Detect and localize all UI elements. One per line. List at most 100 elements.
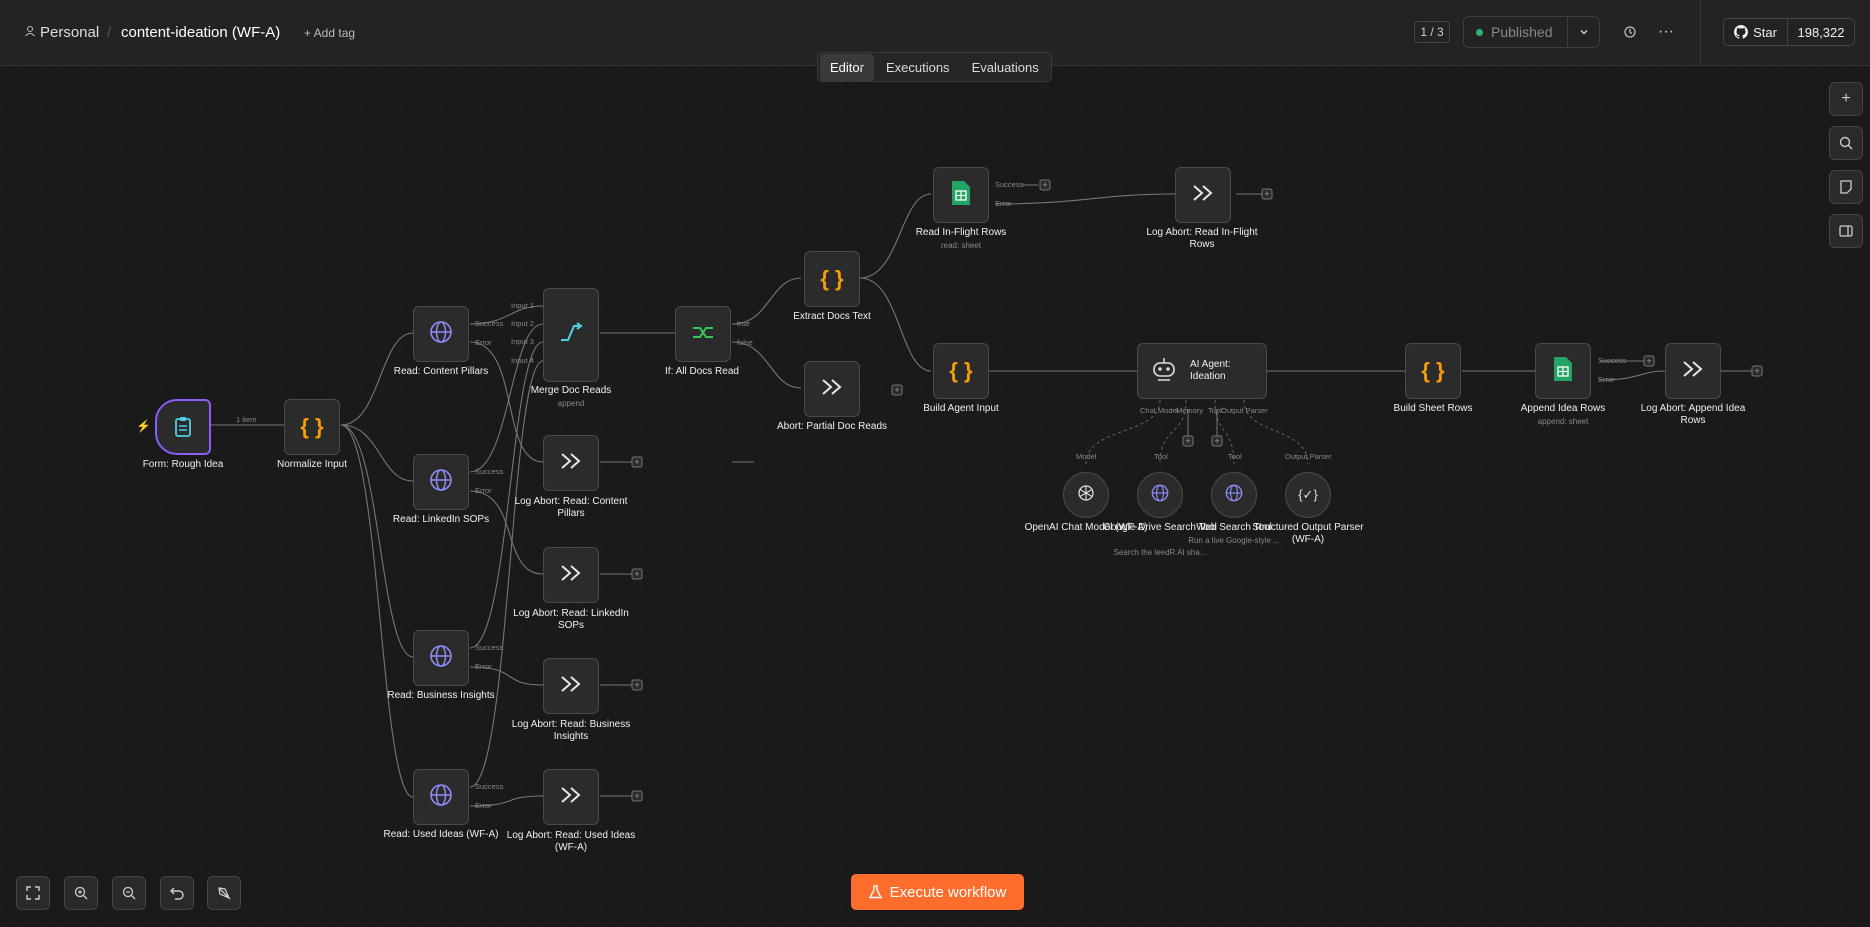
globe-icon xyxy=(1150,483,1170,508)
port-label: Error xyxy=(475,486,492,495)
node-build-sheet-rows[interactable]: { } xyxy=(1405,343,1461,399)
tidy-up-button[interactable] xyxy=(207,876,241,910)
node-label: Log Abort: Read: Business Insights xyxy=(511,719,631,742)
stop-arrow-icon xyxy=(558,560,584,591)
star-label: Star xyxy=(1753,24,1777,40)
breadcrumb-workspace[interactable]: Personal xyxy=(40,24,99,41)
undo-button[interactable] xyxy=(160,876,194,910)
port-label: Input 2 xyxy=(511,319,534,328)
search-nodes-button[interactable] xyxy=(1829,126,1863,160)
node-openai-chat-model[interactable] xyxy=(1063,472,1109,518)
robot-icon xyxy=(1150,356,1178,387)
globe-icon xyxy=(428,467,454,498)
port-label: Error xyxy=(475,801,492,810)
workflow-title[interactable]: content-ideation (WF-A) xyxy=(121,24,280,41)
history-button[interactable] xyxy=(1618,20,1642,44)
port-label: Success xyxy=(995,180,1024,189)
node-google-drive-search-tool[interactable] xyxy=(1137,472,1183,518)
broom-icon xyxy=(218,887,231,900)
if-branch-icon xyxy=(690,319,716,350)
node-subtitle: append xyxy=(557,399,585,408)
port-label: Input 4 xyxy=(511,356,534,365)
node-extract-docs-text[interactable]: { } xyxy=(804,251,860,307)
stop-arrow-icon xyxy=(558,782,584,813)
node-normalize-input[interactable]: { } xyxy=(284,399,340,455)
globe-icon xyxy=(428,319,454,350)
divider xyxy=(1700,0,1701,66)
lightning-icon: ⚡ xyxy=(136,419,151,433)
node-merge-doc-reads[interactable] xyxy=(543,288,599,382)
node-build-agent-input[interactable]: { } xyxy=(933,343,989,399)
execute-workflow-button[interactable]: Execute workflow xyxy=(851,874,1024,910)
node-read-used-ideas[interactable] xyxy=(413,769,469,825)
panel-icon xyxy=(1839,225,1853,237)
code-braces-icon: { } xyxy=(300,414,324,439)
node-label: Log Abort: Read: Content Pillars xyxy=(514,496,628,519)
node-label: Structured Output Parser (WF-A) xyxy=(1252,522,1364,545)
port-label: Tool xyxy=(1154,452,1168,461)
svg-text:+: + xyxy=(634,569,639,579)
node-log-abort-pillars[interactable] xyxy=(543,435,599,491)
chevron-down-icon xyxy=(1579,29,1588,35)
svg-text:+: + xyxy=(1214,436,1219,446)
node-structured-output-parser[interactable]: {✓} xyxy=(1285,472,1331,518)
node-label: Normalize Input xyxy=(276,459,348,470)
svg-text:+: + xyxy=(894,385,899,395)
node-form-rough-idea[interactable] xyxy=(155,399,211,455)
node-label: AI Agent: Ideation xyxy=(1190,359,1231,382)
code-braces-icon: { } xyxy=(949,358,973,383)
github-star-button[interactable]: Star xyxy=(1723,18,1788,46)
plus-icon: + xyxy=(1841,90,1851,107)
node-label: Log Abort: Append Idea Rows xyxy=(1640,403,1746,426)
globe-icon xyxy=(428,782,454,813)
svg-text:+: + xyxy=(1646,356,1651,366)
node-ai-agent-ideation[interactable]: AI Agent: Ideation xyxy=(1137,343,1267,399)
node-abort-partial-doc-reads[interactable] xyxy=(804,361,860,417)
node-read-business-insights[interactable] xyxy=(413,630,469,686)
svg-text:+: + xyxy=(1264,189,1269,199)
add-node-button[interactable]: + xyxy=(1829,82,1863,116)
published-label: Published xyxy=(1491,24,1553,40)
node-append-idea-rows[interactable] xyxy=(1535,343,1591,399)
node-log-abort-append[interactable] xyxy=(1665,343,1721,399)
toggle-panel-button[interactable] xyxy=(1829,214,1863,248)
node-read-linkedin-sops[interactable] xyxy=(413,454,469,510)
code-braces-icon: { } xyxy=(820,266,844,291)
node-label: Merge Doc Reads xyxy=(530,385,612,396)
node-read-in-flight-rows[interactable] xyxy=(933,167,989,223)
node-label: Read: Business Insights xyxy=(387,690,495,701)
undo-icon xyxy=(170,887,184,900)
stop-arrow-icon xyxy=(819,374,845,405)
port-label: Output Parser xyxy=(1221,406,1268,415)
port-label: Error xyxy=(475,338,492,347)
ellipsis-icon: ··· xyxy=(1658,23,1674,40)
stop-arrow-icon xyxy=(1190,180,1216,211)
publish-dropdown-button[interactable] xyxy=(1568,16,1600,48)
node-label: Form: Rough Idea xyxy=(142,459,224,470)
node-log-abort-used-ideas[interactable] xyxy=(543,769,599,825)
node-log-abort-business[interactable] xyxy=(543,658,599,714)
node-label: Abort: Partial Doc Reads xyxy=(776,421,888,432)
node-read-content-pillars[interactable] xyxy=(413,306,469,362)
node-if-all-docs-read[interactable] xyxy=(675,306,731,362)
zoom-out-button[interactable] xyxy=(112,876,146,910)
node-subtitle: append: sheet xyxy=(1537,417,1589,426)
port-label: Input 3 xyxy=(511,337,534,346)
add-tag-button[interactable]: + Add tag xyxy=(304,26,355,40)
zoom-in-icon xyxy=(74,886,88,900)
fit-view-button[interactable] xyxy=(16,876,50,910)
version-counter[interactable]: 1 / 3 xyxy=(1414,21,1450,43)
node-web-search-tool[interactable] xyxy=(1211,472,1257,518)
zoom-in-button[interactable] xyxy=(64,876,98,910)
node-log-abort-linkedin[interactable] xyxy=(543,547,599,603)
execute-label: Execute workflow xyxy=(889,883,1007,901)
published-button[interactable]: Published xyxy=(1463,16,1568,48)
sticky-note-button[interactable] xyxy=(1829,170,1863,204)
star-count[interactable]: 198,322 xyxy=(1788,18,1855,46)
port-label: Success xyxy=(475,319,504,328)
node-label: If: All Docs Read xyxy=(665,366,739,377)
more-options-button[interactable]: ··· xyxy=(1654,20,1678,44)
node-log-abort-in-flight[interactable] xyxy=(1175,167,1231,223)
workflow-canvas[interactable]: + + + + + + + + + + + 1 item ⚡ Form: Rough Idea … xyxy=(0,66,1870,927)
globe-icon xyxy=(428,643,454,674)
